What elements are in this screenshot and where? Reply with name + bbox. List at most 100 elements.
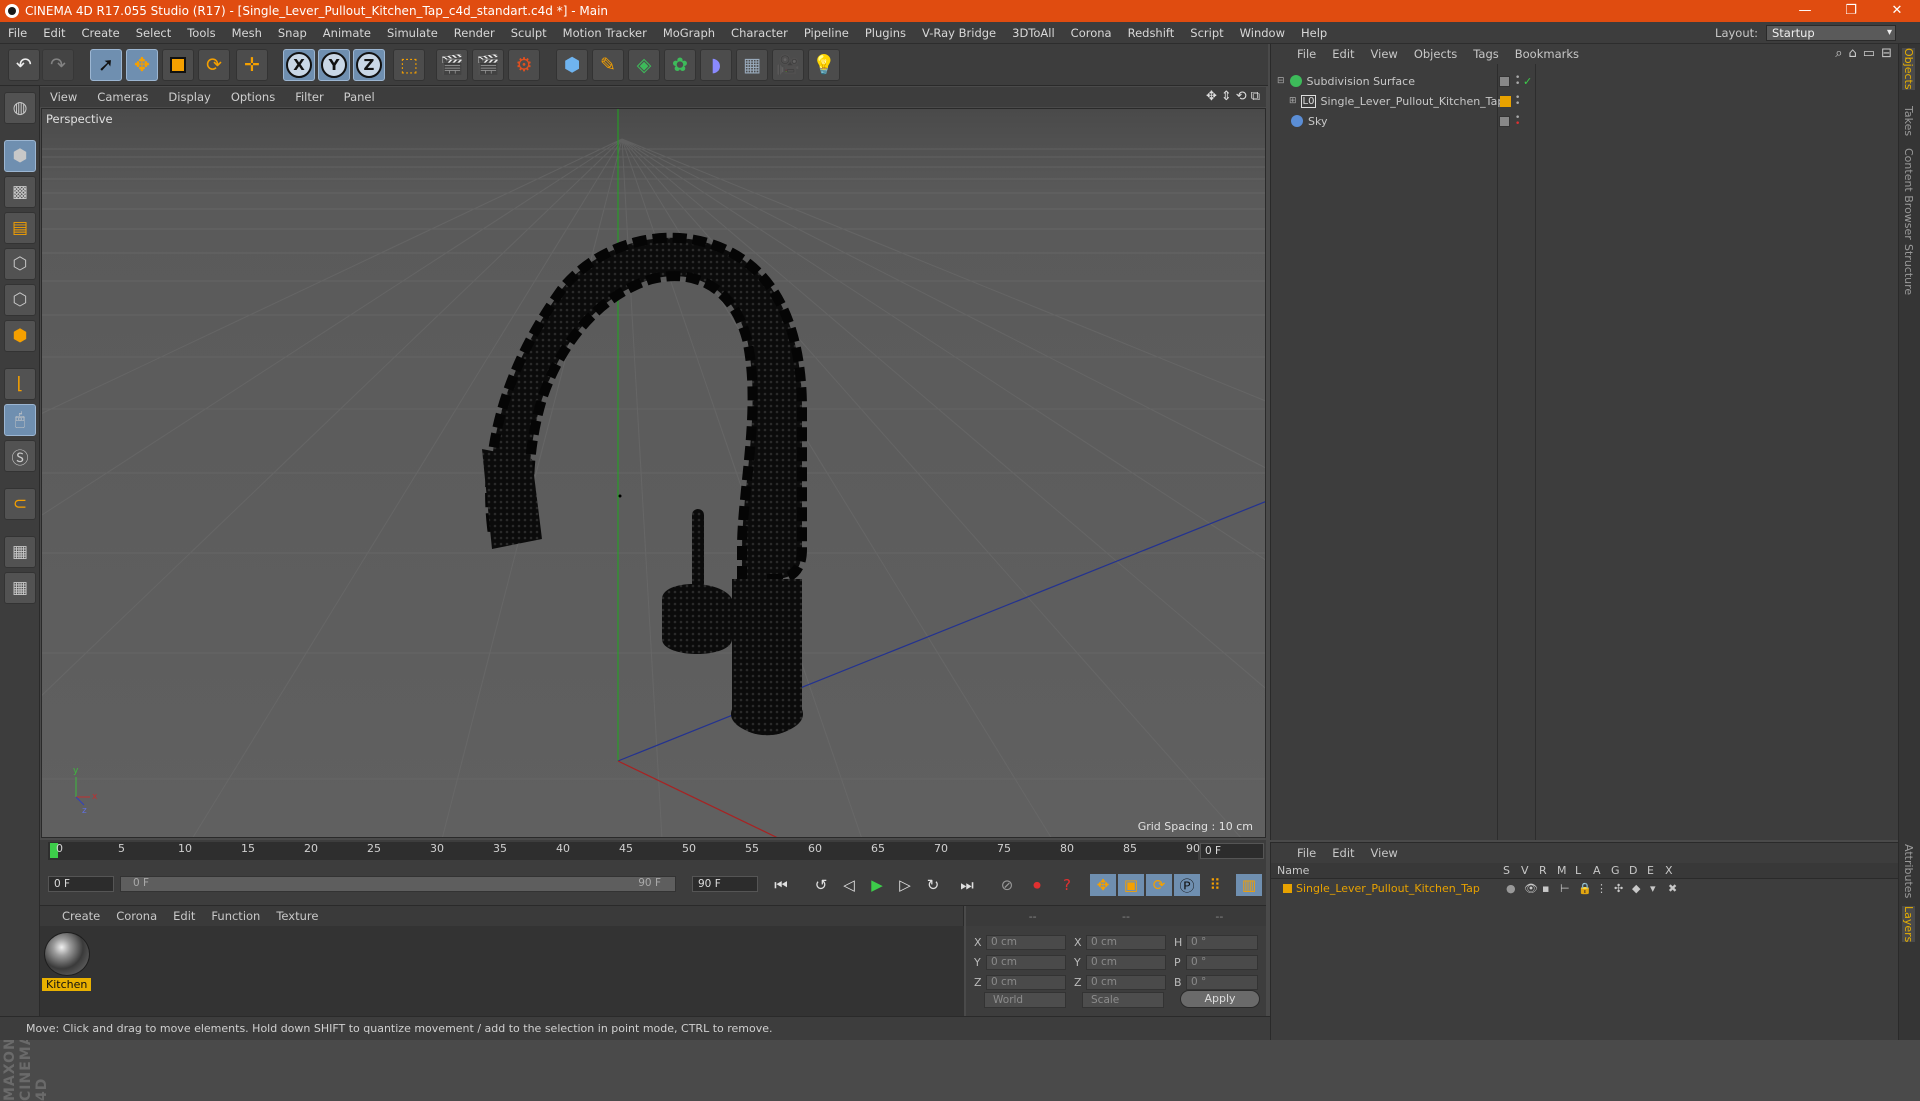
object-menu-edit[interactable]: Edit	[1324, 47, 1362, 61]
menu-mograph[interactable]: MoGraph	[655, 26, 723, 40]
coordinate-system-icon[interactable]: ⬚	[393, 49, 425, 81]
object-row-subdivision-surface[interactable]: ⊟ Subdivision Surface • • ✓	[1271, 72, 1897, 90]
make-editable-icon[interactable]: ◍	[4, 92, 36, 124]
material-menu-corona[interactable]: Corona	[108, 909, 165, 923]
points-mode-icon[interactable]: ⬡	[4, 248, 36, 280]
menu-3dtoall[interactable]: 3DToAll	[1004, 26, 1063, 40]
recent-tools-icon[interactable]: ✛	[236, 49, 268, 81]
magnet-icon[interactable]: ⊂	[4, 488, 36, 520]
material-preview-sphere[interactable]	[44, 932, 90, 976]
layer-name[interactable]: Single_Lever_Pullout_Kitchen_Tap	[1296, 882, 1506, 895]
viewport-menu-options[interactable]: Options	[221, 90, 285, 104]
size-y-field[interactable]: 0 cm	[1086, 954, 1166, 970]
search-icon[interactable]: ⌕	[1835, 46, 1842, 61]
layer-menu-file[interactable]: File	[1289, 846, 1324, 860]
material-name-label[interactable]: Kitchen	[42, 978, 92, 991]
y-axis-icon[interactable]: Y	[318, 49, 350, 81]
visibility-icon[interactable]	[1499, 115, 1510, 127]
layer-dots-icon[interactable]: • •	[1515, 114, 1521, 129]
collapse-icon[interactable]: ⊟	[1277, 76, 1285, 86]
planar-workplane-icon[interactable]: ▦	[4, 572, 36, 604]
floor-object-icon[interactable]: ▦	[736, 49, 768, 81]
object-name[interactable]: Single_Lever_Pullout_Kitchen_Tap	[1320, 95, 1504, 108]
tab-attributes[interactable]: Attributes	[1902, 844, 1915, 898]
camera-icon[interactable]: 🎥	[772, 49, 804, 81]
light-icon[interactable]: 💡	[808, 49, 840, 81]
coordinate-space-dropdown[interactable]: World	[984, 992, 1066, 1008]
menu-sculpt[interactable]: Sculpt	[503, 26, 555, 40]
go-to-end-icon[interactable]: ⏭	[954, 874, 980, 896]
key-scale-icon[interactable]: ▣	[1118, 874, 1144, 896]
xref-icon[interactable]: ✖	[1668, 882, 1686, 895]
layer-column-m[interactable]: M	[1557, 864, 1575, 877]
menu-file[interactable]: File	[0, 26, 35, 40]
max-frame-field[interactable]: 90 F	[692, 876, 758, 892]
menu-simulate[interactable]: Simulate	[379, 26, 446, 40]
material-menu-create[interactable]: Create	[54, 909, 108, 923]
layer-column-e[interactable]: E	[1647, 864, 1665, 877]
menu-mesh[interactable]: Mesh	[224, 26, 270, 40]
current-frame-field[interactable]: 0 F	[1200, 843, 1264, 859]
layer-dots-icon[interactable]: • •	[1515, 74, 1521, 89]
restore-button[interactable]: ❐	[1828, 0, 1874, 22]
menu-vray-bridge[interactable]: V-Ray Bridge	[914, 26, 1004, 40]
viewport-menu-cameras[interactable]: Cameras	[87, 90, 158, 104]
tweak-mode-icon[interactable]: 🖱	[4, 404, 36, 436]
previous-key-icon[interactable]: ↺	[808, 874, 834, 896]
undo-icon[interactable]: ↶	[8, 49, 40, 81]
visibility-icon[interactable]	[1499, 75, 1510, 87]
x-axis-icon[interactable]: X	[283, 49, 315, 81]
rotation-p-field[interactable]: 0 °	[1186, 954, 1258, 970]
subdivision-surface-icon[interactable]: ◈	[628, 49, 660, 81]
render-icon[interactable]: ▪	[1542, 882, 1560, 895]
preview-range-slider[interactable]: 0 F 90 F	[120, 876, 676, 892]
size-x-field[interactable]: 0 cm	[1086, 934, 1166, 950]
next-key-icon[interactable]: ↻	[920, 874, 946, 896]
menu-redshift[interactable]: Redshift	[1120, 26, 1183, 40]
layer-color-tag[interactable]	[1500, 95, 1511, 107]
layer-column-a[interactable]: A	[1593, 864, 1611, 877]
position-x-field[interactable]: 0 cm	[986, 934, 1066, 950]
layer-dots-icon[interactable]: • •	[1515, 94, 1521, 109]
view-icon[interactable]: 👁	[1524, 882, 1542, 895]
menu-corona[interactable]: Corona	[1063, 26, 1120, 40]
rotation-b-field[interactable]: 0 °	[1186, 974, 1258, 990]
tab-objects[interactable]: Objects	[1902, 48, 1915, 90]
key-rotation-icon[interactable]: ⟳	[1146, 874, 1172, 896]
menu-character[interactable]: Character	[723, 26, 796, 40]
workplane-mode-icon[interactable]: ▤	[4, 212, 36, 244]
layer-column-name[interactable]: Name	[1277, 864, 1503, 877]
z-axis-icon[interactable]: Z	[353, 49, 385, 81]
menu-tools[interactable]: Tools	[179, 26, 223, 40]
viewport-move-icon[interactable]: ✥	[1206, 89, 1217, 104]
autokey-icon[interactable]: ⏺	[1024, 874, 1050, 896]
rotate-tool-icon[interactable]: ⟳	[198, 49, 230, 81]
snap-icon[interactable]: Ⓢ	[4, 440, 36, 472]
enabled-check-icon[interactable]: ✓	[1523, 75, 1532, 88]
mograph-cloner-icon[interactable]: ✿	[664, 49, 696, 81]
size-mode-dropdown[interactable]: Scale	[1082, 992, 1164, 1008]
deformer-icon[interactable]: ◗	[700, 49, 732, 81]
menu-create[interactable]: Create	[74, 26, 128, 40]
render-picture-viewer-icon[interactable]: 🎬	[472, 49, 504, 81]
object-row-kitchen-tap[interactable]: ⊞ L0 Single_Lever_Pullout_Kitchen_Tap • •	[1271, 92, 1897, 110]
axis-mode-icon[interactable]: ⌊	[4, 368, 36, 400]
material-menu-function[interactable]: Function	[203, 909, 268, 923]
menu-edit[interactable]: Edit	[35, 26, 73, 40]
play-icon[interactable]: ▶	[864, 874, 890, 896]
live-selection-icon[interactable]: ➚	[90, 49, 122, 81]
menu-plugins[interactable]: Plugins	[857, 26, 914, 40]
animation-icon[interactable]: ⋮	[1596, 882, 1614, 895]
layer-row[interactable]: Single_Lever_Pullout_Kitchen_Tap ● 👁 ▪ ⊢…	[1271, 879, 1898, 897]
size-z-field[interactable]: 0 cm	[1086, 974, 1166, 990]
timeline-ruler[interactable]: 0 5 10 15 20 25 30 35 40 45 50 55 60 65 …	[40, 840, 1266, 862]
menu-render[interactable]: Render	[446, 26, 503, 40]
model-mode-icon[interactable]: ⬢	[4, 140, 36, 172]
menu-window[interactable]: Window	[1232, 26, 1293, 40]
generators-icon[interactable]: ✣	[1614, 882, 1632, 895]
object-name[interactable]: Subdivision Surface	[1307, 75, 1415, 88]
timeline-window-icon[interactable]: ▥	[1236, 874, 1262, 896]
locked-icon[interactable]: 🔒	[1578, 882, 1596, 895]
menu-motion-tracker[interactable]: Motion Tracker	[555, 26, 655, 40]
material-menu-texture[interactable]: Texture	[268, 909, 326, 923]
